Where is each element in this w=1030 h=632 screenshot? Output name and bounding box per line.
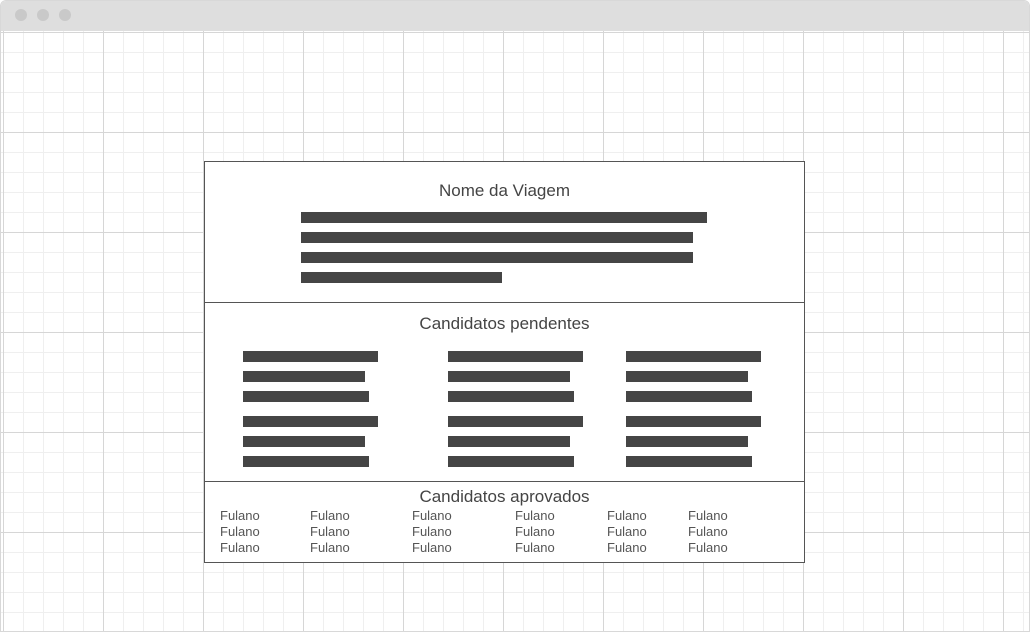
maximize-window-icon[interactable] [59, 9, 71, 21]
pending-candidate-line [448, 416, 583, 427]
pending-candidate-line [448, 456, 574, 467]
approved-candidate-name[interactable]: Fulano [412, 524, 452, 539]
approved-candidate-name[interactable]: Fulano [688, 508, 728, 523]
approved-candidate-name[interactable]: Fulano [310, 540, 350, 555]
approved-candidate-name[interactable]: Fulano [607, 540, 647, 555]
approved-candidate-name[interactable]: Fulano [220, 508, 260, 523]
pending-candidate-line [448, 391, 574, 402]
pending-candidate-line [626, 371, 748, 382]
wireframe-canvas: Nome da Viagem Candidatos pendentes Cand… [1, 31, 1029, 631]
trip-section: Nome da Viagem [205, 162, 804, 303]
pending-candidates-title: Candidatos pendentes [419, 314, 590, 333]
window-titlebar [1, 1, 1029, 31]
approved-candidate-name[interactable]: Fulano [515, 524, 555, 539]
trip-description-line [301, 272, 502, 283]
approved-candidate-name[interactable]: Fulano [515, 540, 555, 555]
trip-card: Nome da Viagem Candidatos pendentes Cand… [204, 161, 805, 563]
pending-candidate-line [243, 416, 378, 427]
approved-candidates-title: Candidatos aprovados [419, 487, 590, 506]
approved-candidate-name[interactable]: Fulano [607, 508, 647, 523]
trip-title: Nome da Viagem [438, 181, 571, 200]
approved-candidate-name[interactable]: Fulano [607, 524, 647, 539]
approved-candidate-name[interactable]: Fulano [220, 540, 260, 555]
pending-candidate-line [243, 436, 365, 447]
pending-candidate-line [626, 456, 752, 467]
pending-candidate-line [626, 391, 752, 402]
pending-candidate-line [243, 456, 369, 467]
approved-candidate-name[interactable]: Fulano [515, 508, 555, 523]
approved-candidate-name[interactable]: Fulano [412, 508, 452, 523]
approved-candidate-name[interactable]: Fulano [310, 524, 350, 539]
pending-candidates-section: Candidatos pendentes [205, 303, 804, 482]
pending-candidate-line [626, 416, 761, 427]
approved-candidate-name[interactable]: Fulano [688, 540, 728, 555]
pending-candidate-line [243, 391, 369, 402]
pending-candidate-line [448, 371, 570, 382]
approved-candidate-name[interactable]: Fulano [310, 508, 350, 523]
pending-candidate-line [448, 436, 570, 447]
pending-candidate-line [626, 351, 761, 362]
browser-window: Nome da Viagem Candidatos pendentes Cand… [0, 0, 1030, 632]
pending-candidate-line [448, 351, 583, 362]
close-window-icon[interactable] [15, 9, 27, 21]
approved-candidate-name[interactable]: Fulano [220, 524, 260, 539]
trip-description-line [301, 212, 707, 223]
approved-candidate-name[interactable]: Fulano [412, 540, 452, 555]
approved-candidates-section: Candidatos aprovados Fulano Fulano Fulan… [205, 482, 804, 562]
pending-candidate-line [243, 371, 365, 382]
pending-candidate-line [626, 436, 748, 447]
trip-description-line [301, 252, 693, 263]
pending-candidate-line [243, 351, 378, 362]
minimize-window-icon[interactable] [37, 9, 49, 21]
approved-candidate-name[interactable]: Fulano [688, 524, 728, 539]
trip-description-line [301, 232, 693, 243]
